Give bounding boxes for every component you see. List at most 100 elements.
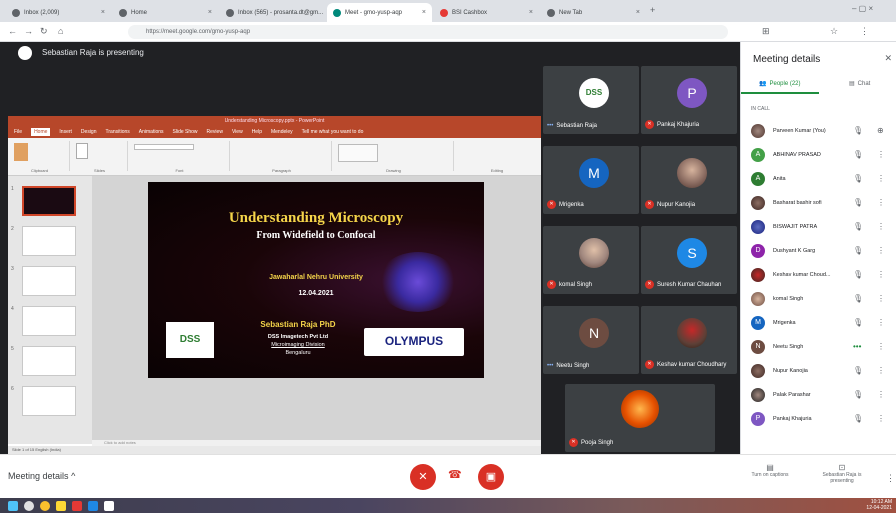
tell-me-search[interactable]: Tell me what you want to do: [302, 129, 364, 135]
app-icon[interactable]: [72, 501, 82, 511]
home-icon[interactable]: ⌂: [58, 26, 63, 36]
back-icon[interactable]: ←: [8, 26, 17, 36]
pin-icon[interactable]: ⊕: [877, 126, 884, 135]
new-tab-button[interactable]: +: [650, 5, 655, 15]
browser-tab[interactable]: Home ×: [113, 3, 218, 22]
slide[interactable]: Understanding Microscopy From Widefield …: [148, 182, 484, 378]
paste-icon[interactable]: [14, 143, 28, 161]
app-icon[interactable]: [104, 501, 114, 511]
close-icon[interactable]: ×: [636, 9, 640, 16]
ribbon-tab[interactable]: Transitions: [106, 129, 130, 135]
list-item[interactable]: N Neetu Singh ••• ⋮: [741, 335, 896, 359]
window-controls[interactable]: – ▢ ×: [852, 4, 873, 13]
more-icon[interactable]: ⋮: [877, 414, 885, 423]
list-item[interactable]: BISWAJIT PATRA 🎙 ⋮: [741, 215, 896, 239]
chrome-icon[interactable]: [40, 501, 50, 511]
slide-thumbnail[interactable]: [22, 186, 76, 216]
slide-thumbnail[interactable]: [22, 266, 76, 296]
windows-start-icon[interactable]: [8, 501, 18, 511]
more-icon[interactable]: ⋮: [877, 246, 885, 255]
participant-tile[interactable]: ✕ Pooja Singh: [565, 384, 715, 452]
browser-tab[interactable]: Inbox (565) - prosanta.dt@gm...×: [220, 3, 325, 22]
more-icon[interactable]: ⋮: [877, 294, 885, 303]
more-icon[interactable]: ⋮: [877, 270, 885, 279]
end-call-button[interactable]: ☎: [448, 468, 462, 481]
new-slide-icon[interactable]: [76, 143, 88, 159]
menu-icon[interactable]: ⋮: [860, 26, 869, 37]
ribbon-tab[interactable]: Animations: [139, 129, 164, 135]
forward-icon[interactable]: →: [24, 26, 33, 36]
more-icon[interactable]: ⋮: [877, 150, 885, 159]
slide-thumbnail[interactable]: [22, 306, 76, 336]
url-input[interactable]: https://meet.google.com/gmo-yusp-aqp: [128, 25, 728, 39]
camera-toggle-button[interactable]: ▣: [478, 464, 504, 490]
participant-tile[interactable]: ✕ komal Singh: [543, 226, 639, 294]
meeting-details-button[interactable]: Meeting details ^: [8, 471, 75, 481]
participant-tile[interactable]: P ✕ Pankaj Khajuria: [641, 66, 737, 134]
more-options-icon[interactable]: ⋮: [886, 473, 895, 484]
browser-tab[interactable]: New Tab ×: [541, 3, 646, 22]
list-item[interactable]: D Dushyant K Garg 🎙 ⋮: [741, 239, 896, 263]
ribbon-group: Slides: [72, 141, 128, 173]
list-item[interactable]: A ABHINAV PRASAD 🎙 ⋮: [741, 143, 896, 167]
slide-thumbnail[interactable]: [22, 346, 76, 376]
close-icon[interactable]: ×: [422, 9, 426, 16]
reload-icon[interactable]: ↻: [40, 26, 48, 37]
close-icon[interactable]: ×: [101, 9, 105, 16]
list-item[interactable]: Nupur Kanojia 🎙 ⋮: [741, 359, 896, 383]
ribbon-tab[interactable]: Help: [252, 129, 262, 135]
participant-tile[interactable]: M ✕ Mrigenka: [543, 146, 639, 214]
captions-button[interactable]: ▤ Turn on captions: [740, 463, 800, 478]
ribbon-tab[interactable]: File: [14, 129, 22, 135]
ribbon-tab-active[interactable]: Home: [31, 128, 51, 136]
list-item[interactable]: Parveen Kumar (You) 🎙 ⊕: [741, 119, 896, 143]
ribbon-tab[interactable]: Design: [81, 129, 97, 135]
list-item[interactable]: A Anita 🎙 ⋮: [741, 167, 896, 191]
mic-toggle-button[interactable]: ✕: [410, 464, 436, 490]
ribbon-tab[interactable]: View: [232, 129, 243, 135]
participant-tile[interactable]: DSS ••• Sebastian Raja: [543, 66, 639, 134]
more-icon[interactable]: ⋮: [877, 390, 885, 399]
ribbon-tab[interactable]: Review: [207, 129, 223, 135]
slide-thumbnail[interactable]: [22, 386, 76, 416]
browser-tab[interactable]: BSI Cashbox ×: [434, 3, 539, 22]
search-icon[interactable]: [24, 501, 34, 511]
more-icon[interactable]: ⋮: [877, 342, 885, 351]
slide-title: Understanding Microscopy: [228, 210, 404, 226]
list-item[interactable]: Basharat bashir sofi 🎙 ⋮: [741, 191, 896, 215]
list-item[interactable]: M Mrigenka 🎙 ⋮: [741, 311, 896, 335]
presentation-button[interactable]: ⊡ Sebastian Raja is presenting: [812, 463, 872, 484]
ribbon-tab[interactable]: Slide Show: [173, 129, 198, 135]
participant-tile[interactable]: S ✕ Suresh Kumar Chauhan: [641, 226, 737, 294]
ribbon-tab[interactable]: Mendeley: [271, 129, 293, 135]
font-select[interactable]: [134, 144, 194, 150]
more-icon[interactable]: ⋮: [877, 366, 885, 375]
more-icon[interactable]: ⋮: [877, 318, 885, 327]
extensions-icon[interactable]: ⊞: [762, 26, 770, 37]
close-icon[interactable]: ×: [208, 9, 212, 16]
participant-tile[interactable]: N ••• Neetu Singh: [543, 306, 639, 374]
tab-people[interactable]: 👥 People (22): [759, 80, 801, 88]
shapes-gallery[interactable]: [338, 144, 378, 162]
list-item[interactable]: Palak Parashar 🎙 ⋮: [741, 383, 896, 407]
close-icon[interactable]: ✕: [884, 53, 892, 64]
list-item[interactable]: P Pankaj Khajuria 🎙 ⋮: [741, 407, 896, 431]
avatar: [751, 196, 765, 210]
file-explorer-icon[interactable]: [56, 501, 66, 511]
list-item[interactable]: komal Singh 🎙 ⋮: [741, 287, 896, 311]
ribbon-tab[interactable]: Insert: [59, 129, 72, 135]
participant-tile[interactable]: ✕ Nupur Kanojia: [641, 146, 737, 214]
slide-thumbnail[interactable]: [22, 226, 76, 256]
more-icon[interactable]: ⋮: [877, 198, 885, 207]
close-icon[interactable]: ×: [529, 9, 533, 16]
list-item[interactable]: Keshav kumar Choud... 🎙 ⋮: [741, 263, 896, 287]
participant-tile[interactable]: ✕ Keshav kumar Choudhary: [641, 306, 737, 374]
more-icon[interactable]: ⋮: [877, 222, 885, 231]
more-icon[interactable]: ⋮: [877, 174, 885, 183]
edge-icon[interactable]: [88, 501, 98, 511]
browser-tab-active[interactable]: Meet - gmo-yusp-aqp ×: [327, 3, 432, 22]
browser-tab[interactable]: Inbox (2,009) ×: [6, 3, 111, 22]
clock[interactable]: 10:12 AM 12-04-2021: [866, 499, 892, 511]
star-icon[interactable]: ☆: [830, 26, 838, 37]
tab-chat[interactable]: ▤ Chat: [849, 80, 870, 88]
